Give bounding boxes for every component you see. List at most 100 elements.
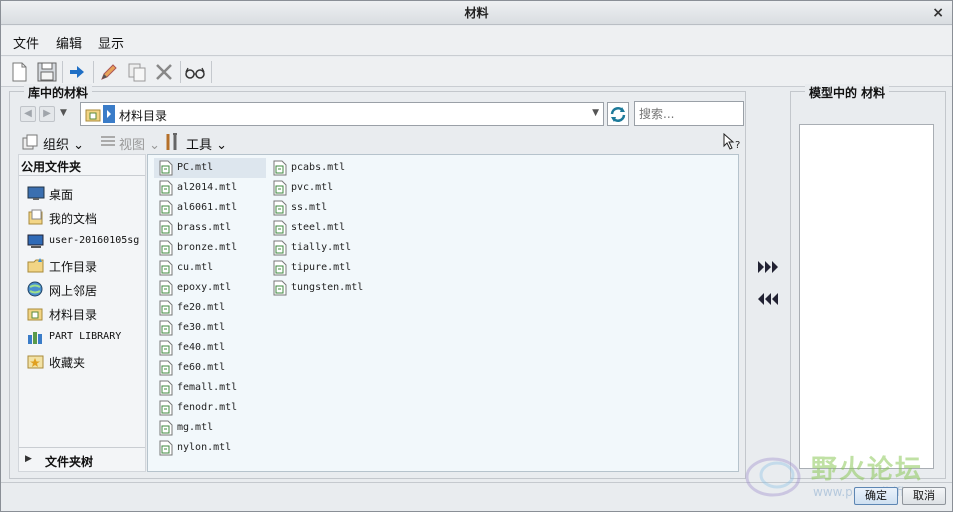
file-item[interactable]: tipure.mtl [268,258,380,278]
organize-icon [22,134,38,150]
material-folder-icon [27,308,43,321]
file-item[interactable]: al2014.mtl [154,178,266,198]
context-help-icon[interactable]: ? [722,133,742,151]
material-file-icon [159,260,173,276]
file-item[interactable]: bronze.mtl [154,238,266,258]
material-file-icon [159,220,173,236]
path-arrow-icon[interactable] [103,105,115,123]
place-part-library[interactable]: PART LIBRARY [27,327,145,347]
file-item[interactable]: pvc.mtl [268,178,380,198]
remove-material-button[interactable] [757,291,779,307]
file-item[interactable]: steel.mtl [268,218,380,238]
organize-menu[interactable]: 组织 ⌄ [43,134,84,153]
material-file-icon [159,200,173,216]
delete-icon[interactable] [152,60,176,84]
path-text: 材料目录 [119,109,168,123]
material-folder-icon [85,109,101,122]
network-icon [27,281,43,297]
common-folders-pane: 公用文件夹 桌面 我的文档 user-20160105sg 工作目录 网上邻居 [18,154,146,472]
common-folders-title: 公用文件夹 [21,160,82,174]
svg-text:?: ? [735,140,740,151]
file-item[interactable]: pcabs.mtl [268,158,380,178]
file-item[interactable]: PC.mtl [154,158,266,178]
file-item[interactable]: fe20.mtl [154,298,266,318]
toolbar [1,57,952,87]
folder-tree-toggle[interactable]: ▶ 文件夹树 [19,447,145,471]
cancel-button[interactable]: 取消 [902,487,946,505]
material-file-icon [273,280,287,296]
place-favorites[interactable]: 收藏夹 [27,351,145,371]
chevron-down-icon[interactable]: ▼ [592,108,599,118]
navigation-row: ◀ ▶ ▼ 材料目录 ▼ [18,101,745,127]
menu-edit[interactable]: 编辑 [56,33,82,52]
material-file-icon [159,240,173,256]
part-library-icon [28,332,42,344]
tools-icon [166,133,177,150]
material-file-icon [159,420,173,436]
window-title: 材料 [464,6,489,20]
triple-arrow-left-icon [758,293,778,305]
add-material-button[interactable] [757,259,779,275]
history-dropdown-icon[interactable]: ▼ [60,108,67,118]
new-file-icon[interactable] [7,60,31,84]
material-file-icon [273,260,287,276]
working-folder-icon [27,258,44,273]
triple-arrow-right-icon [758,261,778,273]
material-file-icon [273,240,287,256]
glasses-icon[interactable] [183,60,207,84]
file-item[interactable]: brass.mtl [154,218,266,238]
search-input[interactable] [634,101,744,126]
material-file-icon [159,180,173,196]
file-list-pane[interactable]: PC.mtl al2014.mtl al6061.mtl brass.mtl bronz… [147,154,739,472]
title-bar: 材料 × [1,1,952,25]
file-item[interactable]: femall.mtl [154,378,266,398]
menu-view[interactable]: 显示 [98,33,124,52]
desktop-icon [27,186,45,200]
file-item[interactable]: fe30.mtl [154,318,266,338]
place-network[interactable]: 网上邻居 [27,279,145,299]
place-computer[interactable]: user-20160105sg [27,231,145,251]
ok-button[interactable]: 确定 [854,487,898,505]
material-file-icon [159,380,173,396]
file-item[interactable]: cu.mtl [154,258,266,278]
refresh-icon[interactable] [607,102,629,126]
forward-arrow-icon[interactable]: ▶ [39,106,55,122]
pencil-icon[interactable] [97,60,121,84]
copy-icon[interactable] [125,60,149,84]
model-materials-group: 模型中的 材料 [790,84,946,479]
menu-bar: 文件 编辑 显示 [1,26,952,56]
place-desktop[interactable]: 桌面 [27,183,145,203]
close-icon[interactable]: × [932,1,944,25]
favorites-icon [27,355,44,369]
file-item[interactable]: fe60.mtl [154,358,266,378]
file-item[interactable]: ss.mtl [268,198,380,218]
place-documents[interactable]: 我的文档 [27,207,145,227]
file-item[interactable]: mg.mtl [154,418,266,438]
file-item[interactable]: al6061.mtl [154,198,266,218]
view-icon [101,136,115,146]
view-menu[interactable]: 视图 ⌄ [119,134,160,153]
model-group-title: 模型中的 材料 [805,84,890,101]
file-item[interactable]: epoxy.mtl [154,278,266,298]
file-item[interactable]: fenodr.mtl [154,398,266,418]
material-file-icon [159,340,173,356]
material-file-icon [159,300,173,316]
material-file-icon [159,280,173,296]
path-bar[interactable]: 材料目录 ▼ [80,102,604,126]
place-material-directory[interactable]: 材料目录 [27,303,145,323]
back-arrow-icon[interactable]: ◀ [20,106,36,122]
material-file-icon [159,400,173,416]
arrow-right-icon[interactable] [65,60,89,84]
model-materials-list[interactable] [799,124,934,469]
file-item[interactable]: fe40.mtl [154,338,266,358]
tools-menu[interactable]: 工具 ⌄ [186,134,227,153]
menu-file[interactable]: 文件 [13,33,39,52]
library-group-title: 库中的材料 [24,84,93,101]
file-item[interactable]: nylon.mtl [154,438,266,458]
file-item[interactable]: tially.mtl [268,238,380,258]
material-file-icon [273,160,287,176]
material-file-icon [273,200,287,216]
place-working-directory[interactable]: 工作目录 [27,255,145,275]
save-icon[interactable] [35,60,59,84]
file-item[interactable]: tungsten.mtl [268,278,380,298]
